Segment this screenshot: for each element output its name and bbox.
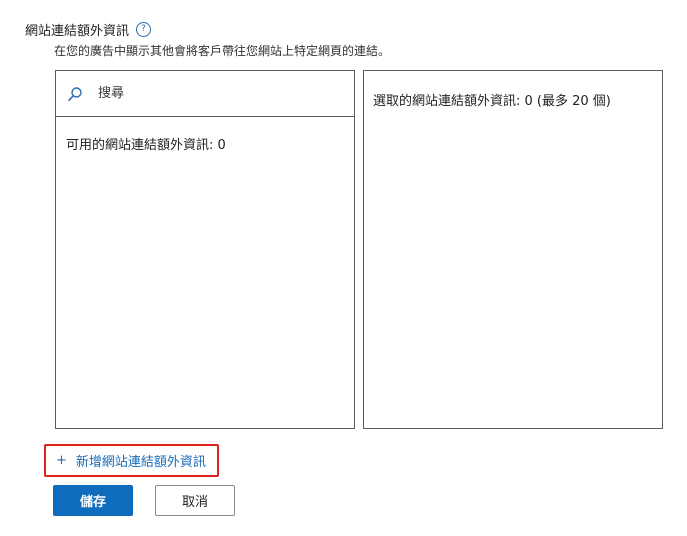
search-icon	[66, 85, 84, 103]
plus-icon: +	[56, 453, 67, 468]
search-bar	[56, 71, 354, 117]
section-description: 在您的廣告中顯示其他會將客戶帶往您網站上特定網頁的連結。	[54, 44, 391, 58]
save-button[interactable]: 儲存	[53, 485, 133, 516]
selected-count-label: 選取的網站連結額外資訊: 0 (最多 20 個)	[373, 94, 611, 109]
available-sitelinks-panel: 可用的網站連結額外資訊: 0	[55, 70, 355, 429]
search-input[interactable]	[96, 85, 330, 102]
section-title: 網站連結額外資訊	[25, 23, 130, 39]
cancel-button[interactable]: 取消	[155, 485, 235, 516]
help-icon[interactable]: ?	[136, 21, 152, 37]
add-sitelink-button[interactable]: + 新增網站連結額外資訊	[44, 444, 219, 477]
available-count-label: 可用的網站連結額外資訊: 0	[66, 138, 226, 153]
selected-sitelinks-panel: 選取的網站連結額外資訊: 0 (最多 20 個)	[363, 70, 663, 429]
add-sitelink-label: 新增網站連結額外資訊	[75, 455, 206, 470]
section-header: 網站連結額外資訊 ?	[25, 19, 152, 39]
